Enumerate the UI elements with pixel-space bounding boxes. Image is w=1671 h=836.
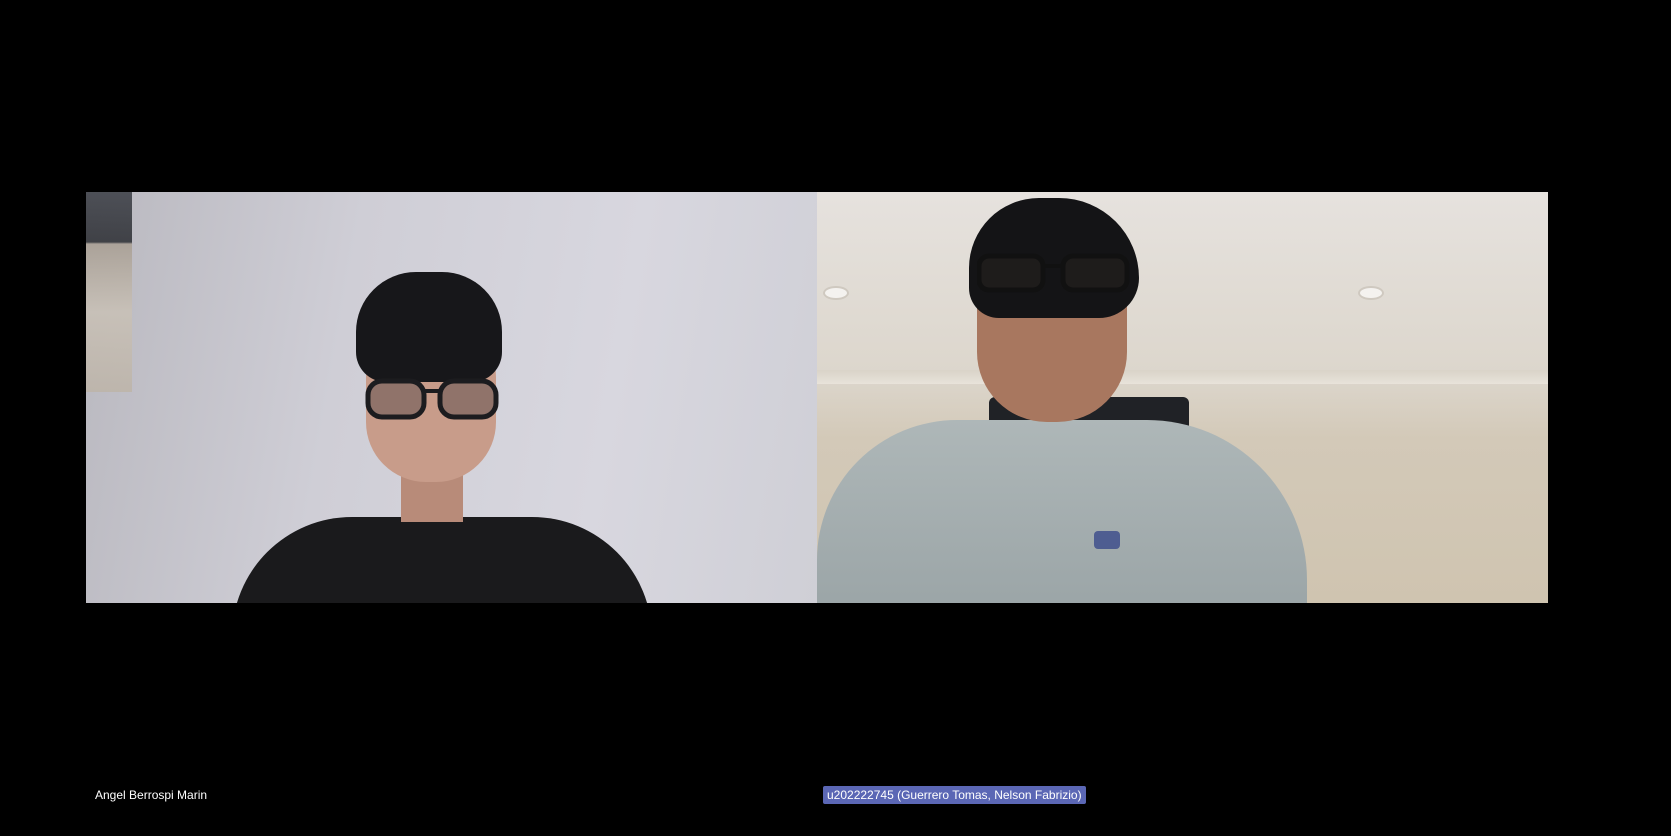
participant-name-label: Angel Berrospi Marin: [95, 788, 208, 802]
ceiling-light: [1360, 288, 1382, 298]
wall-molding: [817, 370, 1548, 384]
video-feed: [817, 192, 1548, 603]
video-call-gallery: Angel Berrospi Marin u202222745 (Guerrer…: [0, 0, 1671, 836]
glasses-icon: [365, 378, 499, 420]
participant-video-tile-right[interactable]: [817, 192, 1548, 603]
video-feed: [86, 192, 817, 603]
background-shelf: [86, 192, 132, 392]
participant-name-label-active: u202222745 (Guerrero Tomas, Nelson Fabri…: [823, 786, 1086, 804]
participant-video-tile-left[interactable]: [86, 192, 817, 603]
glasses-icon: [977, 253, 1130, 293]
ceiling-light: [825, 288, 847, 298]
